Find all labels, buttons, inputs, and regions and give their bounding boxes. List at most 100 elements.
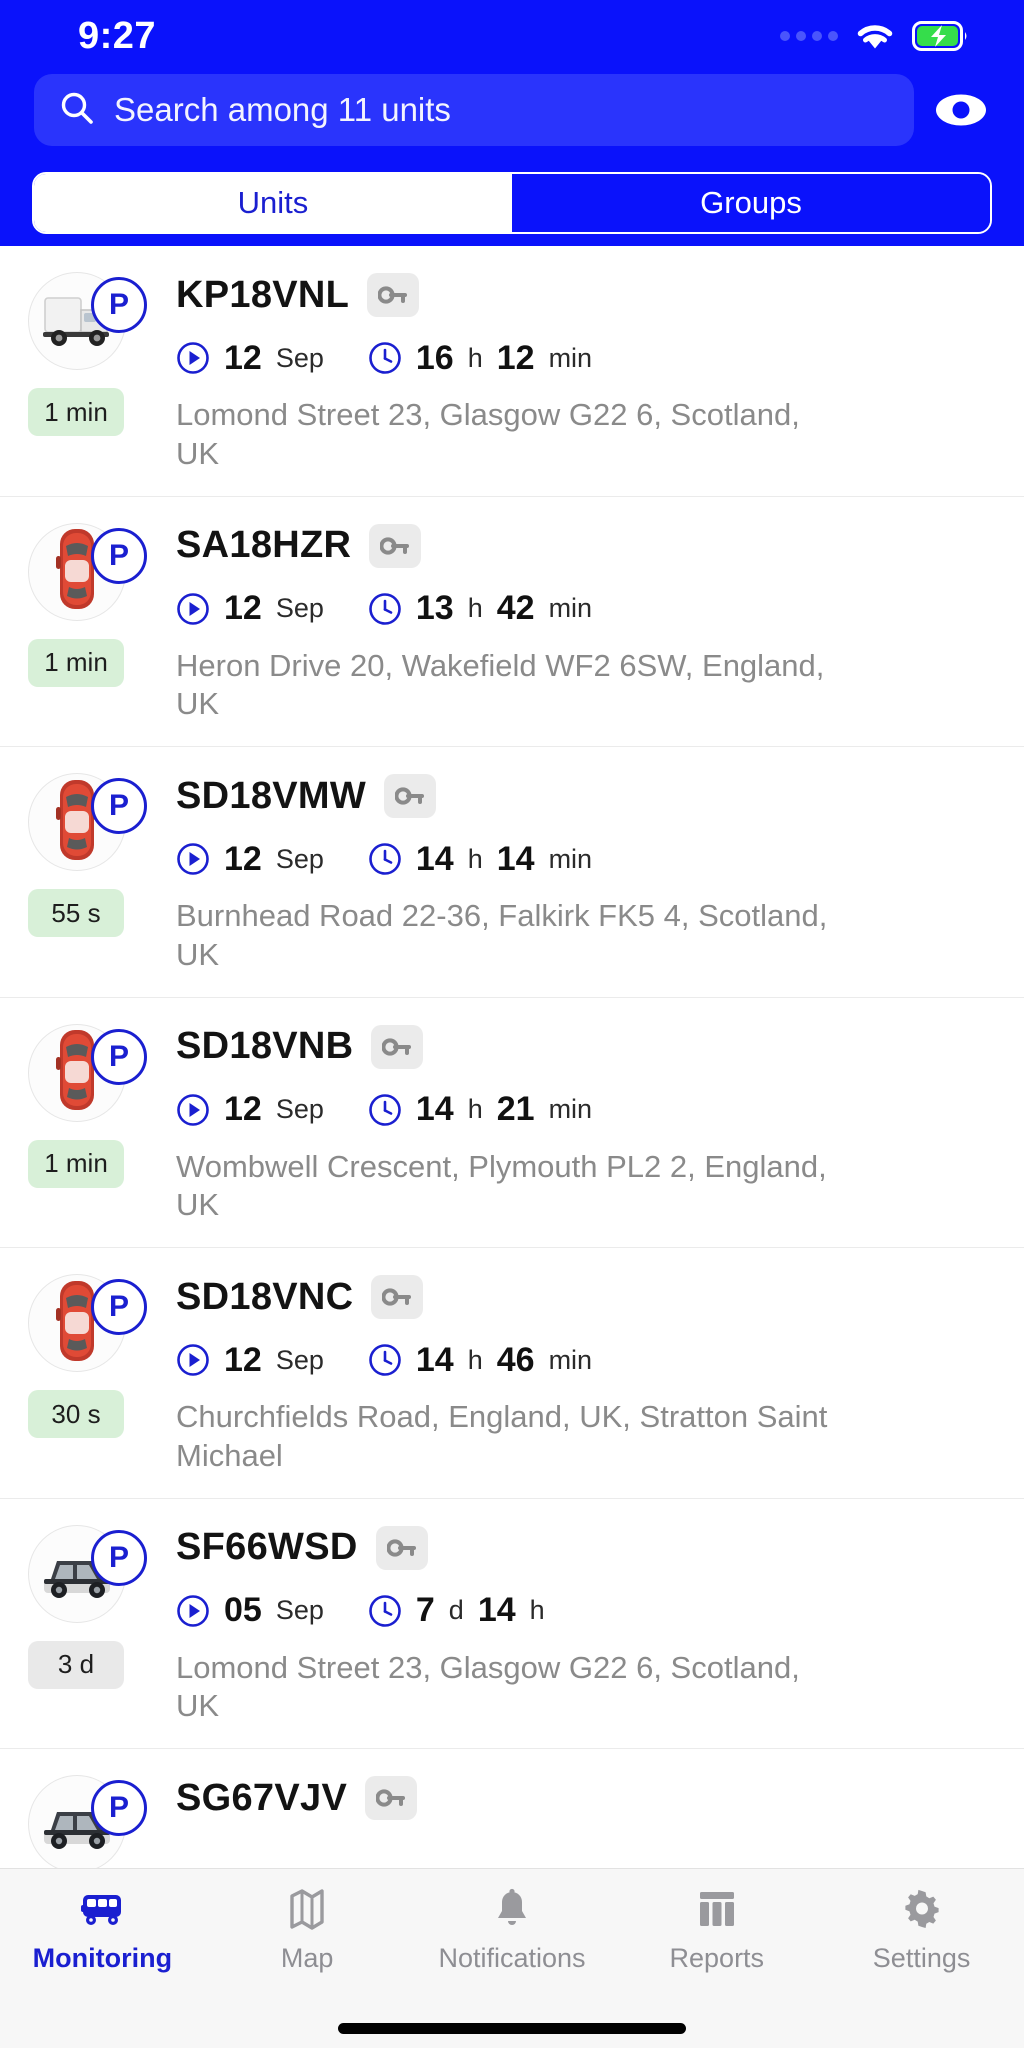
key-icon[interactable]: [371, 1024, 424, 1069]
unit-meta-row: 12 Sep 14 h 14 min: [176, 837, 996, 881]
unit-address: Burnhead Road 22-36, Falkirk FK5 4, Scot…: [176, 898, 828, 972]
unit-plate: SA18HZR: [176, 524, 352, 566]
avatar: P: [28, 1023, 147, 1122]
unit-duration-value-1: 14: [415, 1340, 454, 1379]
tab-settings[interactable]: Settings: [819, 1885, 1024, 2008]
unit-details: SD18VNC 12 Sep 14 h 46 min Churchfields …: [146, 1270, 996, 1476]
home-indicator: [0, 2008, 1024, 2048]
tab-label: Notifications: [438, 1943, 586, 1973]
unit-plate-row: KP18VNL: [176, 270, 996, 320]
unit-duration-value-1: 13: [415, 589, 454, 627]
avatar: P: [28, 773, 147, 871]
unit-list-item[interactable]: P 3 d SF66WSD 05 Sep 7 d 14 h Lomond Str…: [0, 1499, 1024, 1749]
tab-map[interactable]: Map: [205, 1885, 410, 2008]
play-circle-icon: [176, 341, 210, 375]
unit-plate-row: SA18HZR: [176, 521, 996, 571]
key-icon[interactable]: [375, 1525, 428, 1570]
tab-label: Settings: [872, 1943, 971, 1973]
play-circle-icon: [176, 1093, 210, 1127]
map-icon: [290, 1885, 324, 1933]
unit-list-item[interactable]: P 1 min KP18VNL 12 Sep 16 h 12 min Lomon…: [0, 246, 1024, 497]
avatar: P: [28, 1524, 147, 1623]
tab-notifications[interactable]: Notifications: [410, 1885, 615, 2008]
car-red-icon: [53, 777, 101, 868]
bell-icon: [494, 1885, 530, 1933]
key-icon[interactable]: [365, 1776, 418, 1820]
eye-icon[interactable]: [932, 81, 990, 139]
last-update-badge: 1 min: [28, 1139, 124, 1188]
last-update-badge: 55 s: [28, 889, 124, 937]
unit-duration-value-1: 14: [415, 1090, 454, 1128]
unit-meta-row: 12 Sep 14 h 46 min: [176, 1338, 996, 1382]
tab-units[interactable]: Units: [34, 174, 512, 232]
tab-groups-label: Groups: [700, 185, 802, 220]
clock-icon: [368, 1093, 402, 1127]
unit-details: SD18VNB 12 Sep 14 h 21 min Wombwell Cres…: [146, 1020, 996, 1226]
unit-details: SA18HZR 12 Sep 13 h 42 min Heron Drive 2…: [146, 519, 996, 725]
search-input[interactable]: Search among 11 units: [34, 74, 914, 146]
unit-list-item[interactable]: P 55 s SD18VMW 12 Sep 14 h 14 min Burnhe…: [0, 747, 1024, 998]
status-badge: P: [91, 778, 147, 834]
unit-meta-row: 12 Sep 16 h 12 min: [176, 336, 996, 380]
unit-duration-value-1: 16: [415, 338, 454, 377]
unit-list-item[interactable]: P 1 min SA18HZR 12 Sep 13 h 42 min Heron…: [0, 497, 1024, 747]
unit-date-month: Sep: [275, 342, 324, 373]
unit-list[interactable]: P 1 min KP18VNL 12 Sep 16 h 12 min Lomon…: [0, 246, 1024, 1868]
key-icon[interactable]: [384, 774, 437, 818]
clock-icon: [368, 341, 402, 375]
unit-date-day: 12: [224, 839, 262, 878]
play-circle-icon: [176, 842, 210, 876]
car-red-icon: [53, 1278, 101, 1369]
unit-meta-row: 12 Sep 13 h 42 min: [176, 587, 996, 631]
table-columns-icon: [698, 1885, 736, 1933]
unit-plate-row: SD18VMW: [176, 771, 996, 821]
key-icon[interactable]: [371, 1275, 424, 1319]
tab-units-label: Units: [237, 185, 309, 220]
tab-monitoring[interactable]: Monitoring: [0, 1885, 205, 2008]
unit-plate: SF66WSD: [176, 1526, 358, 1568]
units-groups-segmented-control[interactable]: Units Groups: [32, 172, 992, 234]
unit-duration-unit-1: h: [467, 342, 483, 373]
avatar: P: [28, 272, 147, 370]
status-badge: P: [91, 527, 147, 584]
car-red-icon: [53, 526, 101, 617]
status-badge: P: [91, 1780, 147, 1836]
unit-list-item[interactable]: P 30 s SD18VNC 12 Sep 14 h 46 min Church…: [0, 1248, 1024, 1499]
unit-duration-unit-2: min: [548, 342, 593, 373]
status-badge: P: [91, 1529, 147, 1586]
key-icon[interactable]: [367, 273, 420, 317]
unit-list-item[interactable]: P SG67VJV: [0, 1749, 1024, 1868]
bottom-tab-bar[interactable]: Monitoring Map Notifications Reports Set…: [0, 1868, 1024, 2048]
unit-date-month: Sep: [275, 593, 324, 623]
unit-plate: SD18VNB: [176, 1025, 354, 1067]
unit-duration-value-2: 42: [496, 589, 535, 627]
unit-avatar-column: P 30 s: [28, 1270, 147, 1476]
last-update-badge: 1 min: [28, 638, 124, 687]
last-update-badge: 30 s: [28, 1390, 124, 1438]
key-icon[interactable]: [369, 523, 422, 568]
gear-icon: [902, 1885, 942, 1933]
search-icon: [60, 91, 94, 130]
avatar: P: [28, 1274, 147, 1372]
wifi-icon: [854, 20, 896, 52]
last-update-badge: 3 d: [28, 1640, 124, 1689]
unit-plate: SD18VNC: [176, 1275, 354, 1318]
unit-list-item[interactable]: P 1 min SD18VNB 12 Sep 14 h 21 min Wombw…: [0, 998, 1024, 1248]
unit-duration-value-2: 14: [477, 1591, 516, 1629]
unit-avatar-column: P 1 min: [28, 519, 147, 725]
battery-charging-icon: [912, 21, 968, 51]
status-badge: P: [91, 1279, 147, 1335]
unit-plate-row: SD18VNC: [176, 1272, 996, 1322]
unit-plate: SG67VJV: [176, 1776, 348, 1819]
unit-meta-row: 12 Sep 14 h 21 min: [176, 1088, 996, 1132]
unit-details: SF66WSD 05 Sep 7 d 14 h Lomond Street 23…: [146, 1521, 996, 1727]
signal-dots-icon: [780, 31, 838, 41]
tab-groups[interactable]: Groups: [512, 174, 990, 232]
unit-duration-value-2: 46: [496, 1340, 535, 1379]
tab-label: Monitoring: [32, 1943, 173, 1973]
tab-reports[interactable]: Reports: [614, 1885, 819, 2008]
unit-avatar-column: P 55 s: [28, 769, 147, 975]
unit-address: Wombwell Crescent, Plymouth PL2 2, Engla…: [176, 1148, 827, 1223]
clock-icon: [368, 1594, 402, 1628]
unit-duration-value-2: 21: [496, 1090, 535, 1128]
